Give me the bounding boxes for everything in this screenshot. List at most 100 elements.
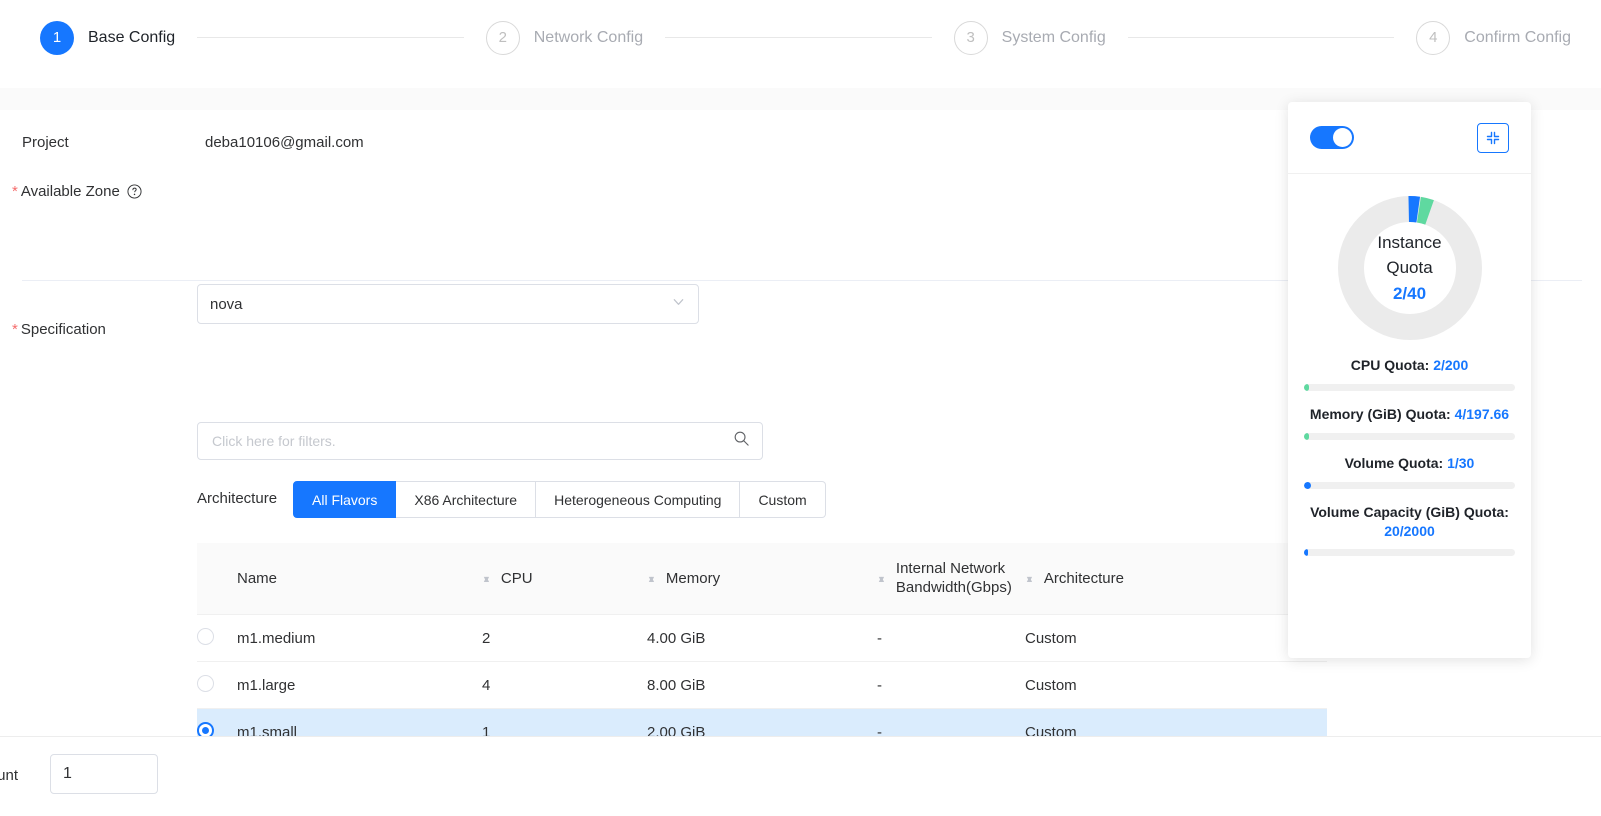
step-label-3: System Config bbox=[1001, 28, 1106, 46]
quota-volume-value: 1/30 bbox=[1447, 454, 1475, 471]
step-wrap-4: 4 Confirm Config bbox=[1416, 20, 1601, 55]
specification-label-text: Specification bbox=[20, 321, 106, 338]
step-wrap-1: 1 Base Config bbox=[0, 20, 486, 55]
cell-memory: 8.00 GiB bbox=[647, 676, 706, 694]
step-number-2: 2 bbox=[485, 20, 520, 55]
th-architecture-label: Architecture bbox=[1043, 570, 1124, 587]
quota-volume-capacity-bar bbox=[1304, 549, 1515, 557]
quota-volume-bar-fill bbox=[1304, 481, 1312, 489]
th-select bbox=[197, 543, 237, 614]
available-zone-label-text: Available Zone bbox=[20, 183, 120, 200]
quota-cpu-bar bbox=[1304, 383, 1515, 391]
th-architecture[interactable]: ▲ ▼ Architecture bbox=[1025, 543, 1225, 614]
tab-heterogeneous-computing[interactable]: Heterogeneous Computing bbox=[536, 481, 741, 518]
flavor-filter-search[interactable] bbox=[197, 422, 763, 460]
step-label-1: Base Config bbox=[88, 28, 176, 46]
architecture-tab-group: All Flavors X86 Architecture Heterogeneo… bbox=[293, 481, 826, 518]
step-connector-3 bbox=[1127, 37, 1395, 38]
required-asterisk-zone: * bbox=[12, 183, 18, 200]
table-row[interactable]: m1.medium 2 4.00 GiB - Custom bbox=[197, 615, 1327, 662]
step-label-2: Network Config bbox=[533, 28, 644, 46]
row-radio-cell[interactable] bbox=[197, 627, 237, 649]
question-circle-icon[interactable] bbox=[127, 184, 142, 199]
quota-item-volume-capacity: Volume Capacity (GiB) Quota: 20/2000 bbox=[1288, 503, 1531, 557]
th-cpu[interactable]: ▲ ▼ CPU bbox=[482, 543, 647, 614]
quota-memory-label: Memory (GiB) Quota: 4/197.66 bbox=[1304, 405, 1515, 424]
th-cpu-label: CPU bbox=[500, 570, 533, 587]
quota-item-cpu: CPU Quota: 2/200 bbox=[1288, 356, 1531, 391]
available-zone-value: nova bbox=[210, 295, 243, 313]
quota-volume-label: Volume Quota: 1/30 bbox=[1304, 454, 1515, 473]
instance-quota-donut-wrap: Instance Quota 2/40 bbox=[1288, 194, 1531, 342]
chevron-down-icon bbox=[671, 295, 686, 314]
th-name[interactable]: Name bbox=[237, 543, 482, 614]
search-input[interactable] bbox=[210, 432, 726, 450]
quota-volume-capacity-label-text: Volume Capacity (GiB) Quota: bbox=[1310, 503, 1509, 520]
cell-name: m1.large bbox=[237, 676, 296, 694]
donut-value: 2/40 bbox=[1392, 283, 1427, 303]
quota-memory-bar-fill bbox=[1304, 432, 1310, 440]
create-instance-wizard: 1 Base Config 2 Network Config 3 System … bbox=[0, 0, 1601, 816]
quota-cpu-label-text: CPU Quota: bbox=[1350, 357, 1434, 373]
cell-cpu: 2 bbox=[482, 629, 491, 647]
step-label-4: Confirm Config bbox=[1464, 28, 1571, 46]
available-zone-select[interactable]: nova bbox=[197, 284, 699, 324]
collapse-icon[interactable] bbox=[1477, 122, 1509, 153]
th-network-label-line2: Bandwidth(Gbps) bbox=[895, 578, 1012, 596]
th-network-label-line1: Internal Network bbox=[895, 559, 1006, 577]
quota-cpu-value: 2/200 bbox=[1433, 357, 1469, 373]
project-label: Project bbox=[22, 134, 69, 151]
cell-name: m1.medium bbox=[237, 629, 316, 647]
step-wrap-2: 2 Network Config bbox=[485, 20, 954, 55]
quota-panel-header bbox=[1288, 102, 1531, 174]
project-value: deba10106@gmail.com bbox=[205, 134, 364, 151]
step-wrap-3: 3 System Config bbox=[953, 20, 1417, 55]
cell-memory: 4.00 GiB bbox=[647, 629, 706, 647]
th-internal-network-bandwidth[interactable]: ▲ ▼ Internal Network Bandwidth(Gbps) bbox=[877, 543, 1025, 614]
step-network-config[interactable]: 2 Network Config bbox=[485, 20, 644, 55]
row-radio[interactable] bbox=[197, 627, 214, 645]
cell-architecture: Custom bbox=[1025, 676, 1077, 694]
tab-x86-architecture[interactable]: X86 Architecture bbox=[396, 481, 537, 518]
step-base-config[interactable]: 1 Base Config bbox=[40, 20, 176, 55]
quota-volume-capacity-bar-fill bbox=[1304, 549, 1309, 557]
cell-network: - bbox=[877, 629, 882, 647]
quota-item-volume: Volume Quota: 1/30 bbox=[1288, 454, 1531, 489]
count-input[interactable] bbox=[50, 754, 158, 794]
quota-cpu-label: CPU Quota: 2/200 bbox=[1304, 356, 1515, 375]
cell-network: - bbox=[877, 676, 882, 694]
th-memory[interactable]: ▲ ▼ Memory bbox=[647, 543, 877, 614]
step-number-3: 3 bbox=[953, 20, 988, 55]
th-memory-label: Memory bbox=[665, 570, 721, 587]
quota-volume-bar bbox=[1304, 481, 1515, 489]
tab-custom[interactable]: Custom bbox=[740, 481, 826, 518]
cell-cpu: 4 bbox=[482, 676, 491, 694]
donut-center-text: Instance Quota 2/40 bbox=[1336, 194, 1484, 342]
donut-title-line2: Quota bbox=[1386, 258, 1433, 277]
wizard-footer: Count Cancel Next: Network Config bbox=[0, 736, 1601, 816]
quota-cpu-bar-fill bbox=[1304, 383, 1310, 391]
quota-panel: Instance Quota 2/40 CPU Quota: 2/200 Mem… bbox=[1288, 102, 1531, 658]
count-label: Count bbox=[0, 767, 19, 784]
wizard-stepper: 1 Base Config 2 Network Config 3 System … bbox=[0, 0, 1601, 75]
row-radio-cell[interactable] bbox=[197, 674, 237, 696]
quota-item-memory: Memory (GiB) Quota: 4/197.66 bbox=[1288, 405, 1531, 440]
table-header-row: Name ▲ ▼ CPU ▲ ▼ Memory ▲ ▼ Internal Networ… bbox=[197, 543, 1327, 615]
step-number-4: 4 bbox=[1416, 20, 1451, 55]
quota-volume-capacity-label: Volume Capacity (GiB) Quota: 20/2000 bbox=[1304, 503, 1515, 541]
donut-title-line1: Instance bbox=[1377, 233, 1442, 253]
step-confirm-config[interactable]: 4 Confirm Config bbox=[1416, 20, 1571, 55]
step-system-config[interactable]: 3 System Config bbox=[953, 20, 1106, 55]
quota-memory-label-text: Memory (GiB) Quota: bbox=[1309, 405, 1455, 422]
step-connector-1 bbox=[197, 37, 464, 38]
quota-panel-toggle[interactable] bbox=[1310, 126, 1354, 149]
search-icon[interactable] bbox=[733, 430, 750, 452]
required-asterisk-spec: * bbox=[12, 321, 18, 338]
table-row[interactable]: m1.large 4 8.00 GiB - Custom bbox=[197, 662, 1327, 709]
row-radio[interactable] bbox=[197, 674, 214, 692]
th-name-label: Name bbox=[237, 570, 278, 587]
specification-label: * Specification bbox=[12, 321, 106, 338]
tab-all-flavors[interactable]: All Flavors bbox=[293, 481, 397, 518]
step-number-1: 1 bbox=[40, 20, 74, 55]
quota-memory-bar bbox=[1304, 432, 1515, 440]
